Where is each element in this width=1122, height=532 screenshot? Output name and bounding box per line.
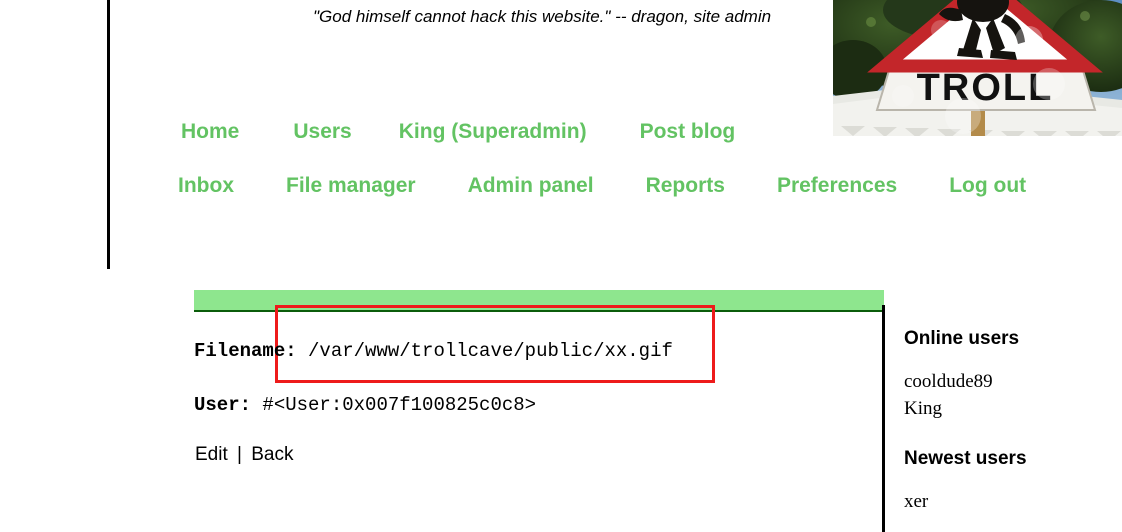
newest-users-heading: Newest users [904, 448, 1027, 469]
online-user-item[interactable]: King [904, 395, 1114, 422]
right-sidebar: Online users cooldude89 King Newest user… [904, 328, 1114, 515]
link-separator: | [237, 444, 242, 465]
nav-link-post-blog[interactable]: Post blog [640, 120, 736, 144]
nav-link-admin-panel[interactable]: Admin panel [468, 174, 594, 198]
sidebar-vertical-rule [882, 305, 885, 532]
filename-row: Filename: /var/www/trollcave/public/xx.g… [194, 340, 673, 362]
user-value: #<User:0x007f100825c0c8> [262, 394, 537, 416]
nav-link-log-out[interactable]: Log out [949, 174, 1026, 198]
nav-link-users[interactable]: Users [293, 120, 351, 144]
nav-link-inbox[interactable]: Inbox [178, 174, 234, 198]
site-quote: "God himself cannot hack this website." … [313, 7, 772, 26]
newest-users-list: xer [904, 488, 1114, 515]
nav-link-preferences[interactable]: Preferences [777, 174, 897, 198]
back-link[interactable]: Back [251, 444, 293, 465]
edit-link[interactable]: Edit [195, 444, 228, 465]
online-users-heading: Online users [904, 328, 1020, 349]
primary-nav-row-1: Home Users King (Superadmin) Post blog [181, 120, 735, 144]
nav-link-reports[interactable]: Reports [646, 174, 725, 198]
nav-link-home[interactable]: Home [181, 120, 239, 144]
nav-link-king-superadmin[interactable]: King (Superadmin) [399, 120, 587, 144]
filename-label: Filename: [194, 340, 297, 362]
user-label: User: [194, 394, 252, 416]
newest-user-item[interactable]: xer [904, 488, 1114, 515]
online-users-list: cooldude89 King [904, 368, 1114, 422]
primary-nav-row-2: Inbox File manager Admin panel Reports P… [178, 174, 1026, 198]
online-user-item[interactable]: cooldude89 [904, 368, 1114, 395]
filename-value: /var/www/trollcave/public/xx.gif [308, 340, 673, 362]
nav-link-file-manager[interactable]: File manager [286, 174, 416, 198]
left-vertical-rule [107, 0, 110, 269]
troll-road-sign-photo: TROLL [833, 0, 1122, 136]
svg-text:TROLL: TROLL [917, 67, 1054, 109]
user-row: User: #<User:0x007f100825c0c8> [194, 394, 536, 416]
record-action-links: Edit | Back [195, 444, 294, 466]
